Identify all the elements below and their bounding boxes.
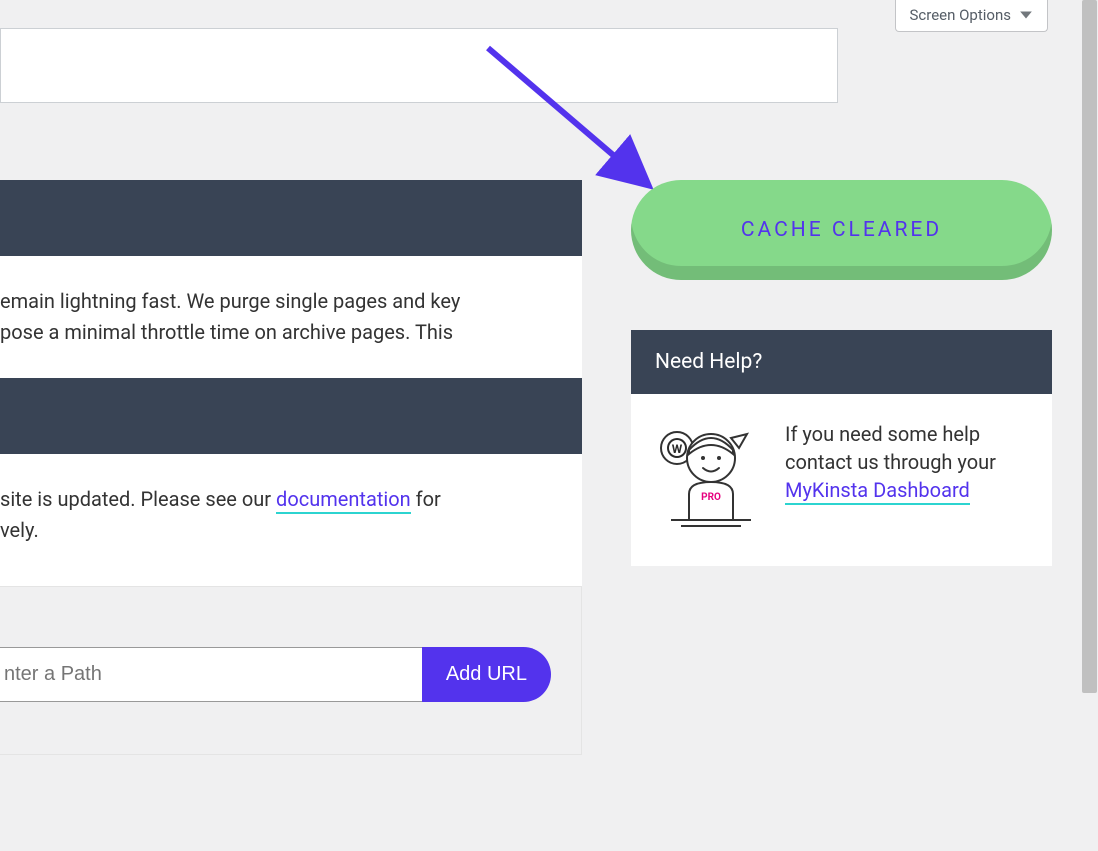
url-input-row: Add URL xyxy=(0,647,551,702)
help-panel-body: W PRO If you need some help contact us t… xyxy=(631,394,1052,566)
screen-options-label: Screen Options xyxy=(910,6,1012,24)
cache-cleared-label: CACHE CLEARED xyxy=(741,218,942,242)
vertical-scrollbar-track[interactable] xyxy=(1080,0,1098,851)
help-text: If you need some help contact us through… xyxy=(785,420,1030,504)
body-text-2b: for xyxy=(411,487,441,511)
chevron-down-icon xyxy=(1019,8,1033,22)
help-text-body: If you need some help contact us through… xyxy=(785,422,996,474)
main-settings-panel: emain lightning fast. We purge single pa… xyxy=(0,180,582,755)
vertical-scrollbar-thumb[interactable] xyxy=(1082,0,1097,693)
section-header-1 xyxy=(0,180,582,256)
help-panel: Need Help? W PRO If you need some help c… xyxy=(631,330,1052,566)
screen-options-button[interactable]: Screen Options xyxy=(895,0,1049,32)
body-text-2a: site is updated. Please see our xyxy=(0,487,276,511)
cache-cleared-button[interactable]: CACHE CLEARED xyxy=(631,180,1052,280)
svg-text:W: W xyxy=(672,442,683,456)
notice-banner xyxy=(0,28,838,103)
section-header-2 xyxy=(0,378,582,454)
section-body-2: site is updated. Please see our document… xyxy=(0,454,582,576)
body-text-2c: vely. xyxy=(0,518,39,542)
body-text-1b: pose a minimal throttle time on archive … xyxy=(0,320,453,344)
svg-text:PRO: PRO xyxy=(701,492,721,503)
body-text-1a: emain lightning fast. We purge single pa… xyxy=(0,289,460,313)
add-url-button[interactable]: Add URL xyxy=(422,647,551,702)
path-input[interactable] xyxy=(0,647,422,702)
documentation-link[interactable]: documentation xyxy=(276,487,411,514)
mykinsta-dashboard-link[interactable]: MyKinsta Dashboard xyxy=(785,478,970,505)
support-illustration: W PRO xyxy=(653,420,761,530)
url-input-section: Add URL xyxy=(0,586,582,755)
section-body-1: emain lightning fast. We purge single pa… xyxy=(0,256,582,378)
help-panel-header: Need Help? xyxy=(631,330,1052,394)
